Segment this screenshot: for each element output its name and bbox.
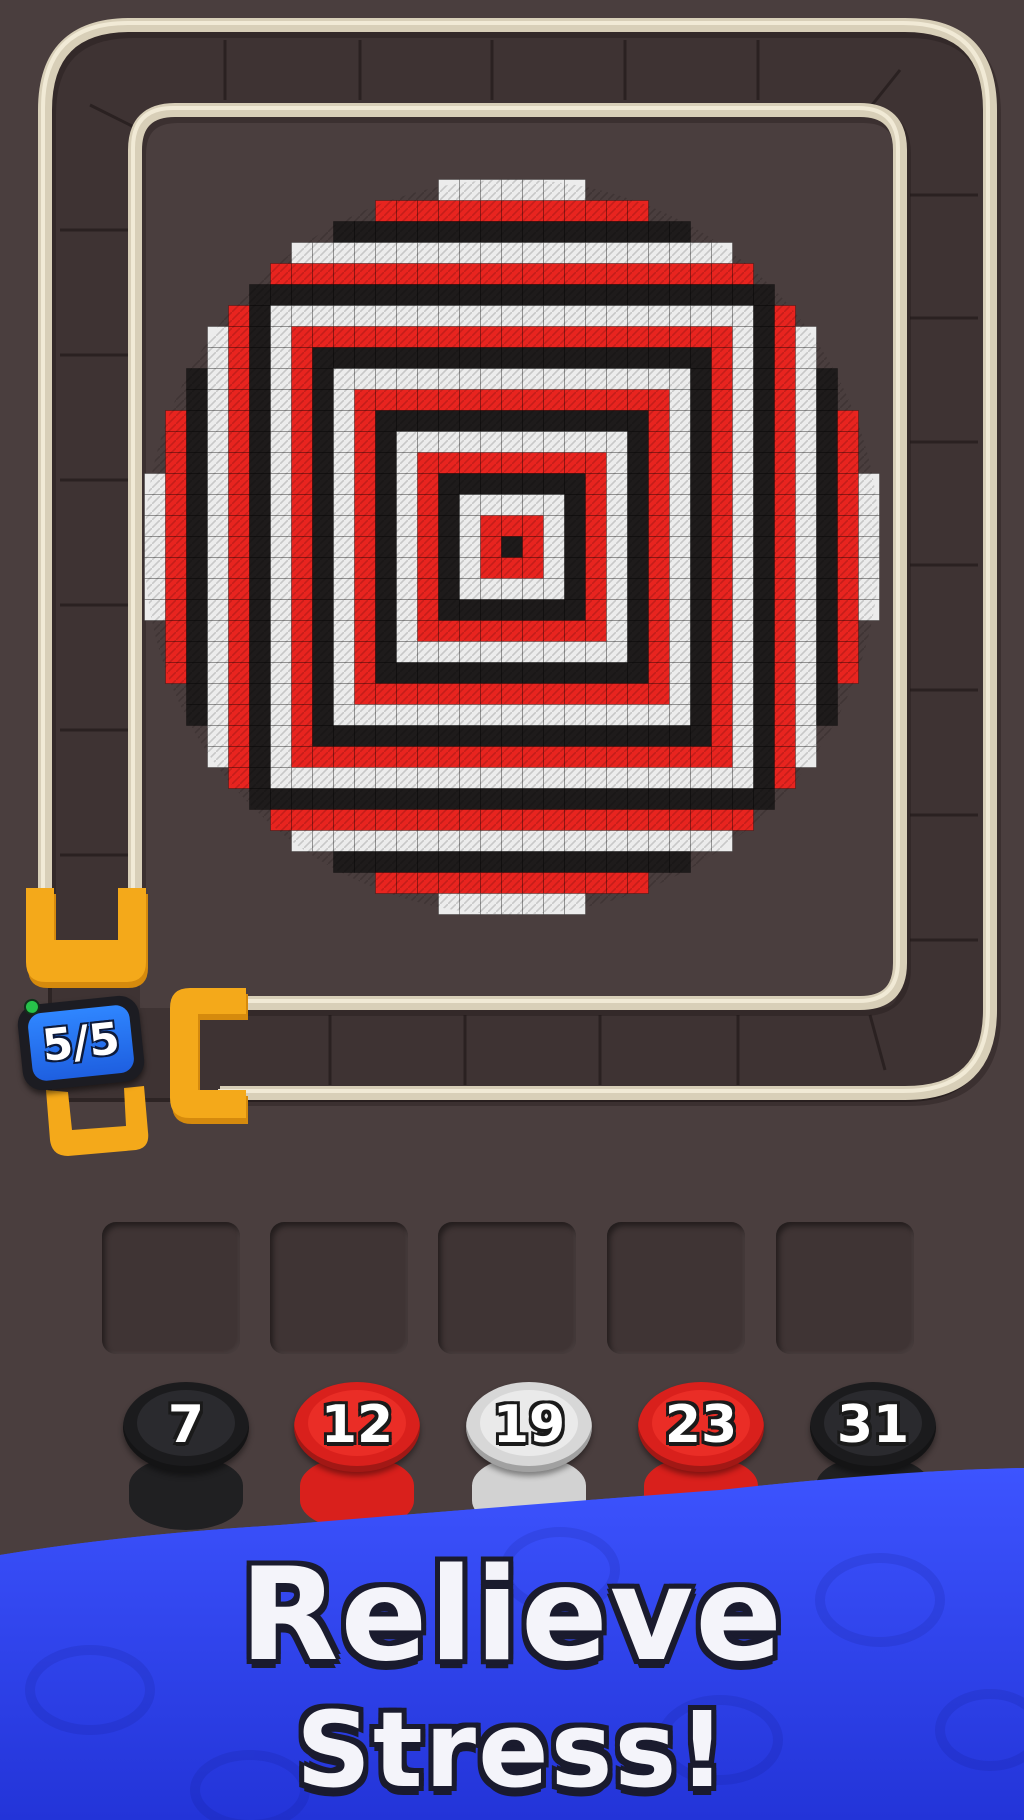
spool-capacity-counter: 5/5 bbox=[12, 992, 150, 1096]
headline-stress: Stress! bbox=[296, 1689, 728, 1811]
counter-value: 5/5 bbox=[39, 1013, 123, 1072]
headline-relieve: Relieve bbox=[239, 1541, 785, 1690]
